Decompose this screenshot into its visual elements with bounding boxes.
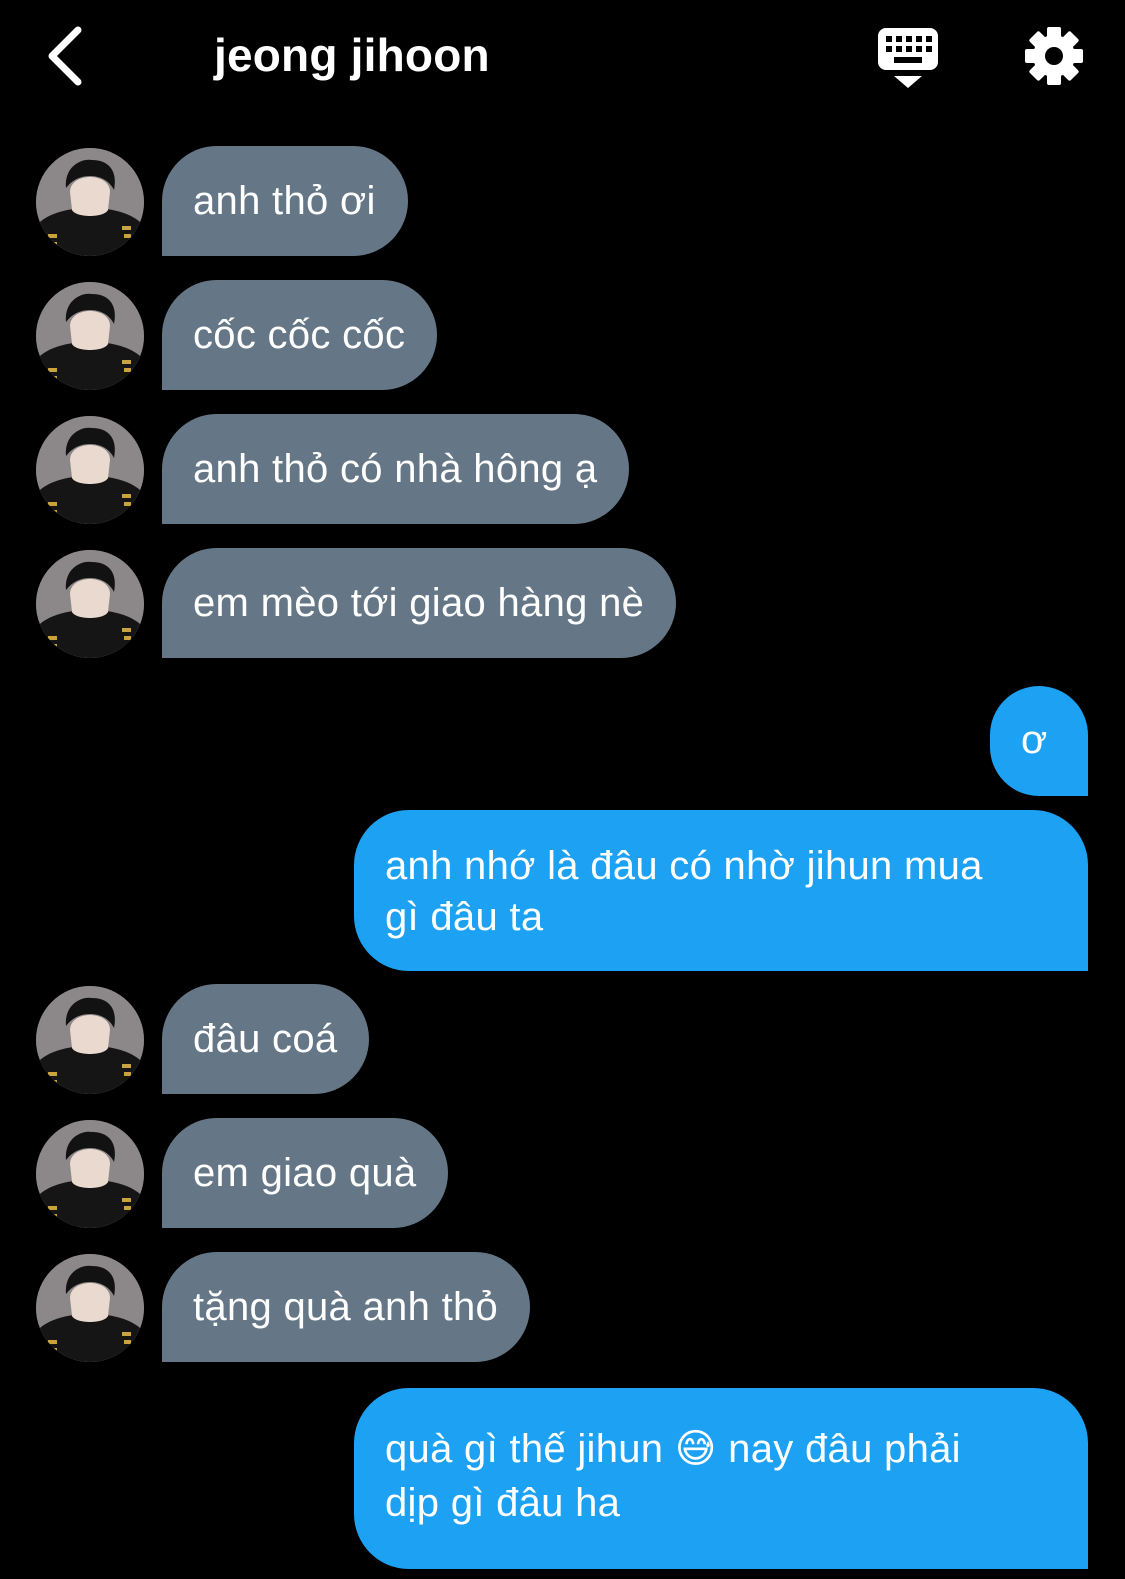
outgoing-message[interactable]: ơ [990, 686, 1088, 796]
keyboard-icon [878, 28, 938, 88]
contact-avatar[interactable] [36, 1254, 144, 1362]
incoming-message[interactable]: đâu coá [162, 984, 370, 1094]
contact-avatar[interactable] [36, 416, 144, 524]
contact-avatar[interactable] [36, 1120, 144, 1228]
incoming-message[interactable]: anh thỏ có nhà hông ạ [162, 414, 630, 524]
keyboard-button[interactable] [876, 26, 940, 90]
chat-header: jeong jihoon [0, 0, 1125, 118]
incoming-message[interactable]: em mèo tới giao hàng nè [162, 548, 677, 658]
message-line: dịp gì đâu ha [385, 1481, 621, 1525]
message-line: quà gì thế jihun 😅 nay đâu phải [385, 1427, 961, 1471]
incoming-message[interactable]: tặng quà anh thỏ [162, 1252, 531, 1362]
incoming-message[interactable]: anh thỏ ơi [162, 146, 408, 256]
outgoing-message[interactable]: quà gì thế jihun 😅 nay đâu phải dịp gì đ… [354, 1388, 1088, 1569]
message-line: gì đâu ta [385, 895, 544, 939]
contact-avatar[interactable] [36, 986, 144, 1094]
outgoing-message[interactable]: anh nhớ là đâu có nhờ jihun mua gì đâu t… [354, 810, 1088, 971]
contact-avatar[interactable] [36, 282, 144, 390]
back-button[interactable] [40, 22, 96, 90]
incoming-message[interactable]: em giao quà [162, 1118, 449, 1228]
message-line: anh nhớ là đâu có nhờ jihun mua [385, 844, 983, 888]
settings-button[interactable] [1022, 24, 1086, 88]
incoming-message[interactable]: cốc cốc cốc [162, 280, 438, 390]
contact-avatar[interactable] [36, 550, 144, 658]
contact-avatar[interactable] [36, 148, 144, 256]
conversation-title: jeong jihoon [214, 29, 490, 81]
gear-icon [1025, 27, 1083, 85]
chevron-left-icon [48, 26, 82, 86]
